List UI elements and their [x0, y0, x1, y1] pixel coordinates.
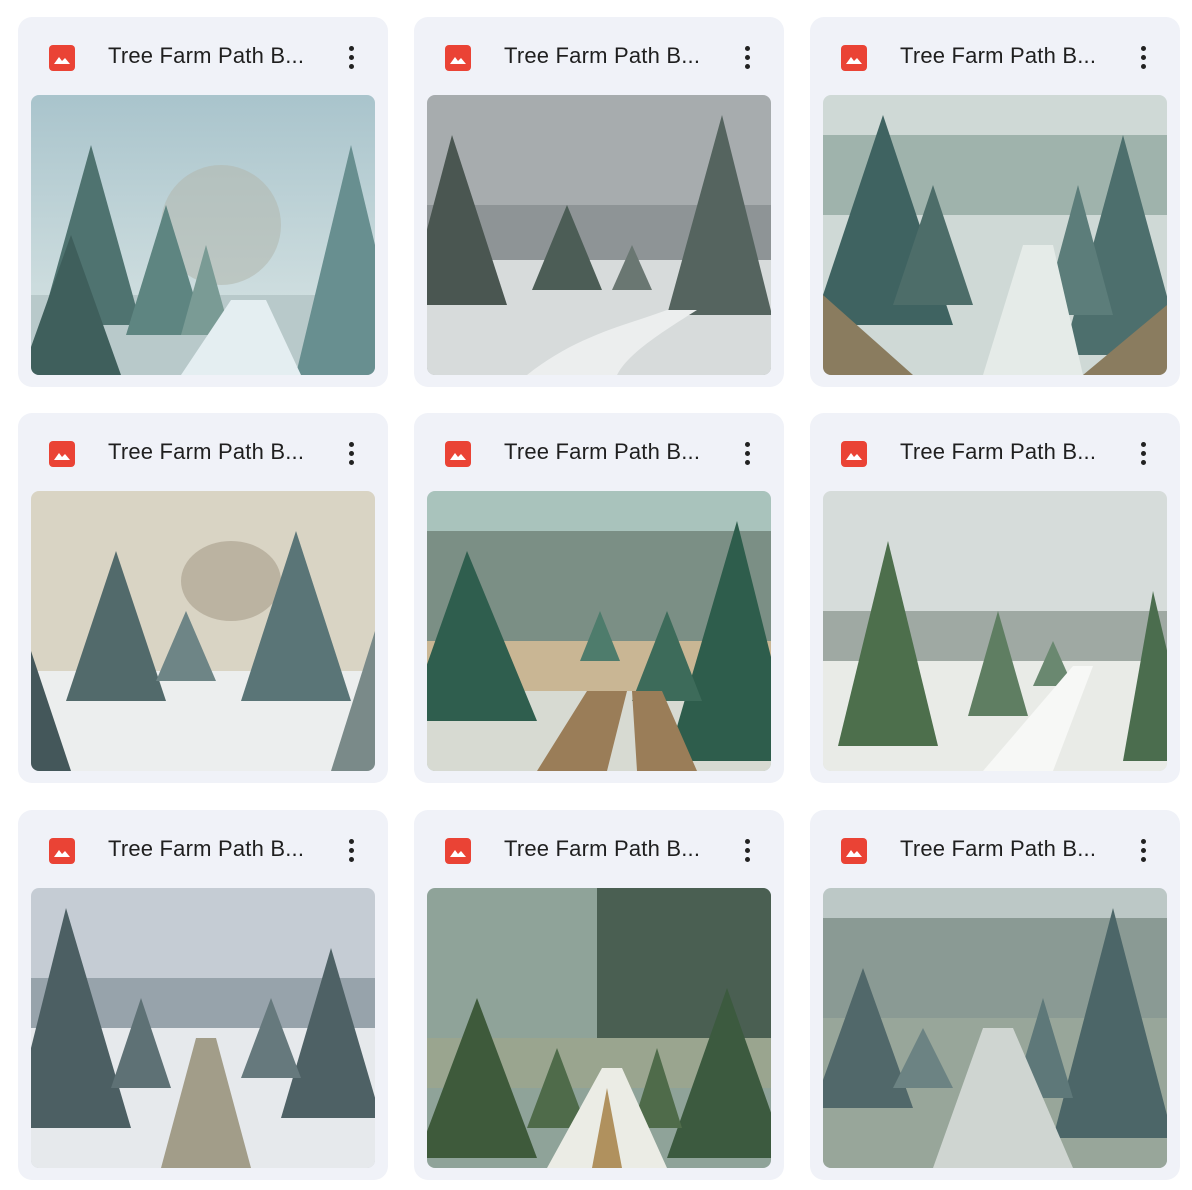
image-file-icon — [841, 441, 867, 467]
file-card[interactable]: Tree Farm Path B... — [810, 810, 1180, 1180]
file-card-header: Tree Farm Path B... — [18, 17, 388, 95]
image-file-icon — [49, 45, 75, 71]
file-name: Tree Farm Path B... — [108, 439, 305, 464]
file-name: Tree Farm Path B... — [504, 439, 701, 464]
image-thumbnail[interactable] — [427, 888, 771, 1168]
file-card-header: Tree Farm Path B... — [810, 810, 1180, 888]
more-vert-icon[interactable] — [336, 39, 366, 75]
file-card[interactable]: Tree Farm Path B... — [414, 17, 784, 387]
image-file-icon — [445, 838, 471, 864]
image-file-icon — [49, 441, 75, 467]
file-card-header: Tree Farm Path B... — [414, 810, 784, 888]
image-file-icon — [841, 838, 867, 864]
file-card-header: Tree Farm Path B... — [810, 17, 1180, 95]
file-name: Tree Farm Path B... — [900, 43, 1097, 68]
file-name: Tree Farm Path B... — [504, 836, 701, 861]
file-card-header: Tree Farm Path B... — [810, 413, 1180, 491]
file-name: Tree Farm Path B... — [108, 43, 305, 68]
file-card-header: Tree Farm Path B... — [18, 413, 388, 491]
file-card-header: Tree Farm Path B... — [18, 810, 388, 888]
image-thumbnail[interactable] — [31, 888, 375, 1168]
file-card[interactable]: Tree Farm Path B... — [18, 17, 388, 387]
image-thumbnail[interactable] — [823, 888, 1167, 1168]
image-file-icon — [841, 45, 867, 71]
image-thumbnail[interactable] — [823, 491, 1167, 771]
image-thumbnail[interactable] — [31, 491, 375, 771]
image-thumbnail[interactable] — [427, 491, 771, 771]
file-name: Tree Farm Path B... — [900, 836, 1097, 861]
more-vert-icon[interactable] — [1128, 435, 1158, 471]
more-vert-icon[interactable] — [732, 832, 762, 868]
file-grid: Tree Farm Path B... Tree Farm Path B... … — [0, 0, 1192, 1190]
image-thumbnail[interactable] — [31, 95, 375, 375]
more-vert-icon[interactable] — [732, 435, 762, 471]
file-card-header: Tree Farm Path B... — [414, 413, 784, 491]
more-vert-icon[interactable] — [336, 435, 366, 471]
image-thumbnail[interactable] — [427, 95, 771, 375]
more-vert-icon[interactable] — [1128, 832, 1158, 868]
file-name: Tree Farm Path B... — [108, 836, 305, 861]
more-vert-icon[interactable] — [336, 832, 366, 868]
file-card[interactable]: Tree Farm Path B... — [18, 810, 388, 1180]
image-file-icon — [445, 45, 471, 71]
file-card[interactable]: Tree Farm Path B... — [414, 810, 784, 1180]
image-file-icon — [49, 838, 75, 864]
file-card[interactable]: Tree Farm Path B... — [810, 413, 1180, 783]
more-vert-icon[interactable] — [1128, 39, 1158, 75]
file-card[interactable]: Tree Farm Path B... — [18, 413, 388, 783]
more-vert-icon[interactable] — [732, 39, 762, 75]
file-card[interactable]: Tree Farm Path B... — [414, 413, 784, 783]
image-thumbnail[interactable] — [823, 95, 1167, 375]
file-card-header: Tree Farm Path B... — [414, 17, 784, 95]
file-card[interactable]: Tree Farm Path B... — [810, 17, 1180, 387]
image-file-icon — [445, 441, 471, 467]
file-name: Tree Farm Path B... — [900, 439, 1097, 464]
file-name: Tree Farm Path B... — [504, 43, 701, 68]
